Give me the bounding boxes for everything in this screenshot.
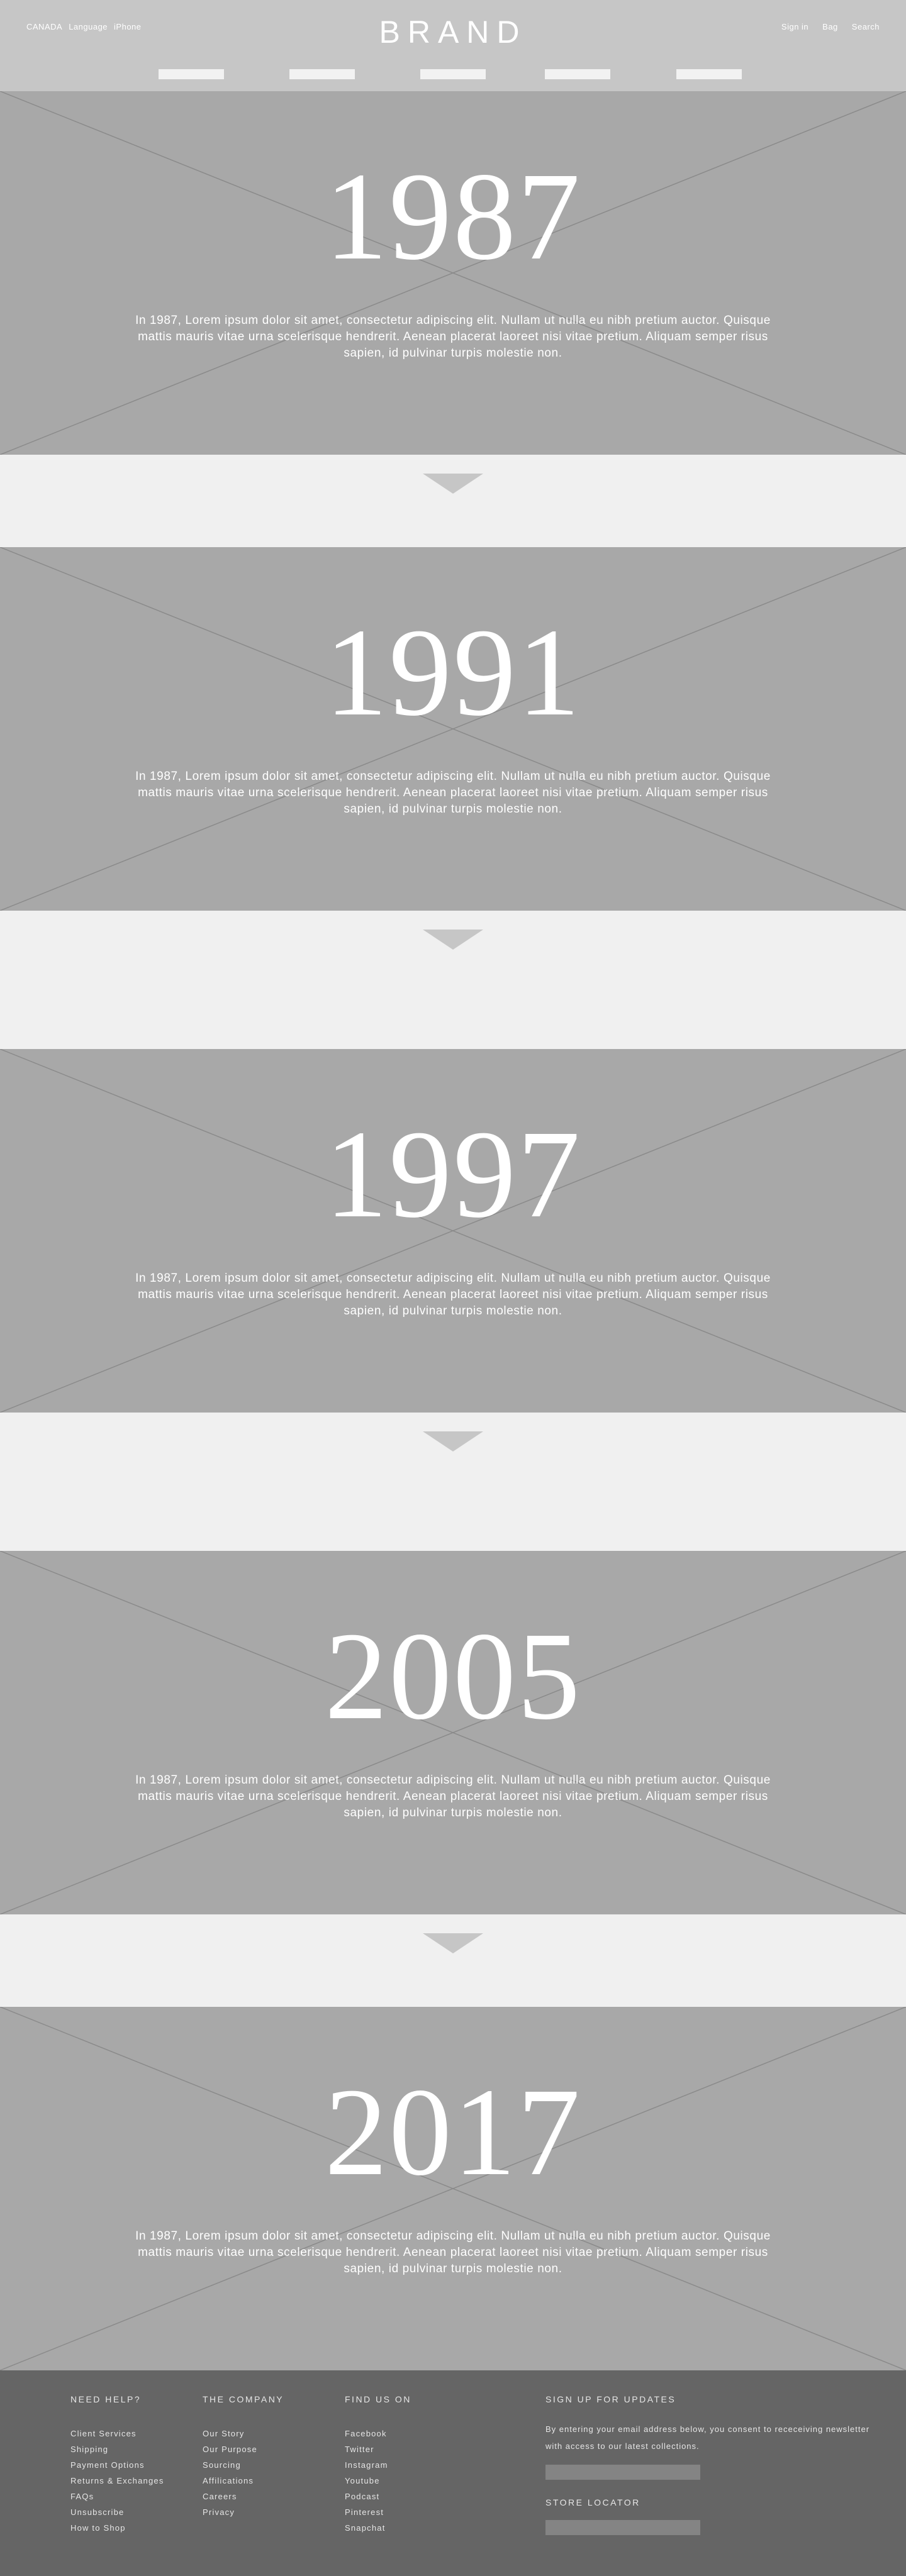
timeline-year: 1997: [325, 1105, 581, 1244]
footer-link[interactable]: Client Services: [70, 2426, 164, 2441]
bag-link[interactable]: Bag: [822, 22, 838, 31]
timeline-description: In 1987, Lorem ipsum dolor sit amet, con…: [135, 1774, 771, 1819]
timeline-description: In 1987, Lorem ipsum dolor sit amet, con…: [135, 314, 771, 360]
footer-link[interactable]: Careers: [203, 2489, 284, 2504]
footer-link[interactable]: Instagram: [345, 2457, 411, 2473]
footer-link[interactable]: Returns & Exchanges: [70, 2473, 164, 2489]
footer-link[interactable]: Affilications: [203, 2473, 284, 2489]
footer-link[interactable]: Privacy: [203, 2504, 284, 2520]
timeline-year: 1991: [325, 603, 581, 742]
store-locator: STORE LOCATOR: [545, 2497, 873, 2535]
timeline-section-1987: 1987 In 1987, Lorem ipsum dolor sit amet…: [0, 91, 906, 455]
footer-link[interactable]: Our Purpose: [203, 2441, 284, 2457]
nav-item-4[interactable]: [545, 69, 610, 79]
footer-heading: STORE LOCATOR: [545, 2497, 640, 2507]
main-nav: [0, 69, 906, 79]
timeline-description: In 1987, Lorem ipsum dolor sit amet, con…: [135, 1272, 771, 1318]
footer-link[interactable]: Payment Options: [70, 2457, 164, 2473]
footer-col-need-help: NEED HELP? Client Services Shipping Paym…: [70, 2394, 164, 2536]
footer-link[interactable]: FAQs: [70, 2489, 164, 2504]
footer-link[interactable]: Sourcing: [203, 2457, 284, 2473]
brand-logo[interactable]: BRAND: [0, 14, 906, 50]
timeline-section-2005: 2005 In 1987, Lorem ipsum dolor sit amet…: [0, 1551, 906, 1914]
footer-link[interactable]: Facebook: [345, 2426, 411, 2441]
timeline-section-1997: 1997 In 1987, Lorem ipsum dolor sit amet…: [0, 1049, 906, 1413]
footer-link[interactable]: Snapchat: [345, 2520, 411, 2536]
timeline-section-1991: 1991 In 1987, Lorem ipsum dolor sit amet…: [0, 547, 906, 911]
footer-col-find-us: FIND US ON Facebook Twitter Instagram Yo…: [345, 2394, 411, 2536]
footer-link[interactable]: Podcast: [345, 2489, 411, 2504]
footer-link[interactable]: Our Story: [203, 2426, 284, 2441]
footer-link[interactable]: Twitter: [345, 2441, 411, 2457]
footer-link[interactable]: Youtube: [345, 2473, 411, 2489]
nav-item-2[interactable]: [289, 69, 355, 79]
down-arrow-icon: [423, 474, 483, 494]
timeline-year: 2017: [325, 2063, 581, 2202]
nav-item-3[interactable]: [420, 69, 486, 79]
utility-nav-right: Sign in Bag Search: [781, 22, 880, 31]
footer-heading: FIND US ON: [345, 2394, 411, 2404]
nav-item-1[interactable]: [159, 69, 224, 79]
footer-link[interactable]: Pinterest: [345, 2504, 411, 2520]
footer-heading: SIGN UP FOR UPDATES: [545, 2394, 676, 2404]
section-divider: [0, 1914, 906, 2007]
section-divider: [0, 1413, 906, 1551]
footer-link[interactable]: How to Shop: [70, 2520, 164, 2536]
store-locator-field[interactable]: [545, 2520, 700, 2535]
footer-heading: NEED HELP?: [70, 2394, 142, 2404]
section-divider: [0, 455, 906, 547]
signup-description: By entering your email address below, yo…: [545, 2424, 870, 2451]
footer-col-signup: SIGN UP FOR UPDATES By entering your ema…: [545, 2394, 873, 2535]
search-link[interactable]: Search: [852, 22, 880, 31]
down-arrow-icon: [423, 1431, 483, 1452]
timeline-description: In 1987, Lorem ipsum dolor sit amet, con…: [135, 2229, 771, 2275]
timeline-section-2017: 2017 In 1987, Lorem ipsum dolor sit amet…: [0, 2007, 906, 2370]
nav-item-5[interactable]: [676, 69, 742, 79]
email-field[interactable]: [545, 2465, 700, 2480]
down-arrow-icon: [423, 930, 483, 950]
down-arrow-icon: [423, 1933, 483, 1953]
sign-in-link[interactable]: Sign in: [781, 22, 808, 31]
timeline-year: 2005: [325, 1607, 581, 1746]
site-footer: NEED HELP? Client Services Shipping Paym…: [0, 2370, 906, 2576]
site-header: CANADA Language iPhone BRAND Sign in Bag…: [0, 0, 906, 91]
section-divider: [0, 911, 906, 1049]
footer-col-company: THE COMPANY Our Story Our Purpose Sourci…: [203, 2394, 284, 2520]
timeline-year: 1987: [325, 147, 581, 286]
footer-heading: THE COMPANY: [203, 2394, 284, 2404]
timeline-description: In 1987, Lorem ipsum dolor sit amet, con…: [135, 770, 771, 816]
footer-link[interactable]: Unsubscribe: [70, 2504, 164, 2520]
footer-link[interactable]: Shipping: [70, 2441, 164, 2457]
